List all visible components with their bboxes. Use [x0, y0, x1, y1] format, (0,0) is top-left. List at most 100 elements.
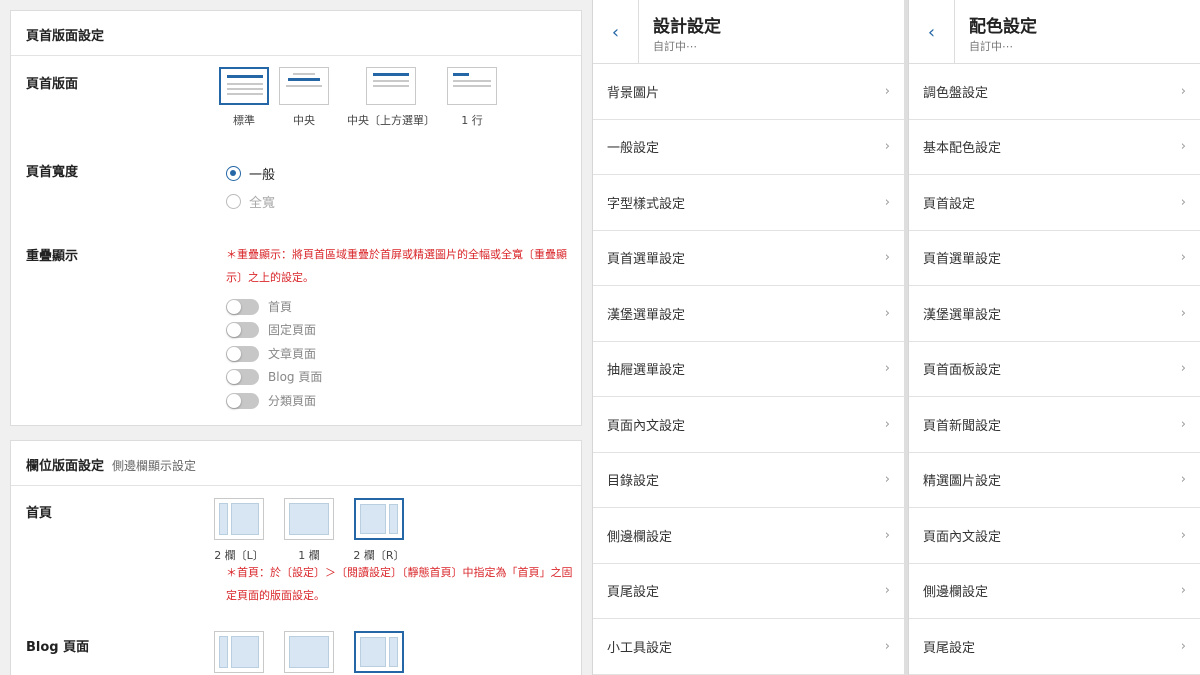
- menu-item[interactable]: 頁首選單設定 ›: [593, 231, 904, 286]
- home-note: ＊首頁：於〔設定〕＞〔閱讀設定〕〔靜態首頁〕中指定為「首頁」之固定頁面的版面設定…: [226, 566, 573, 602]
- chevron-right-icon: ›: [1180, 83, 1186, 99]
- home-layout-label: 首頁: [26, 506, 53, 521]
- overlay-toggle-category[interactable]: 分類頁面: [226, 392, 316, 409]
- chevron-right-icon: ›: [1180, 361, 1186, 377]
- menu-item[interactable]: 頁首新聞設定 ›: [909, 397, 1200, 453]
- chevron-right-icon: ›: [884, 305, 890, 321]
- toggle-switch-icon: [226, 345, 259, 362]
- column-layout-card: 欄位版面設定 側邊欄顯示設定 首頁 2 欄〔L〕 1 欄 2 欄〔R〕 ＊首頁：於…: [10, 440, 582, 675]
- panel-title: 配色設定: [969, 17, 1037, 37]
- overlay-toggle-post[interactable]: 文章頁面: [226, 345, 316, 362]
- chevron-right-icon: ›: [1180, 638, 1186, 654]
- menu-item[interactable]: 背景圖片 ›: [593, 64, 904, 120]
- layout-option-one-line[interactable]: 1 行: [442, 67, 502, 128]
- blog-column-option-2col-right[interactable]: [349, 631, 409, 673]
- menu-item[interactable]: 頁面內文設定 ›: [909, 508, 1200, 564]
- layout-standard-thumbnail: [219, 67, 269, 105]
- layout-option-standard[interactable]: 標準: [214, 67, 274, 128]
- chevron-right-icon: ›: [884, 139, 890, 155]
- overlay-toggle-blog[interactable]: Blog 頁面: [226, 368, 322, 385]
- chevron-left-icon: ‹: [611, 21, 620, 43]
- width-radio-normal[interactable]: 一般: [226, 164, 275, 183]
- layout-one-line-thumbnail: [447, 67, 497, 105]
- column-1col-thumbnail: [284, 631, 334, 673]
- menu-item[interactable]: 側邊欄設定 ›: [593, 508, 904, 564]
- chevron-right-icon: ›: [1180, 583, 1186, 599]
- column-option-2col-right[interactable]: 2 欄〔R〕: [349, 498, 409, 563]
- header-layout-card: 頁首版面設定 頁首版面 標準 中央 中央〔上方選單〕 1 行 頁首寬度 一般 全…: [10, 10, 582, 426]
- layout-center-top-menu-thumbnail: [366, 67, 416, 105]
- blog-column-option-2col-left[interactable]: [209, 631, 269, 673]
- back-button[interactable]: ‹: [909, 0, 955, 64]
- chevron-left-icon: ‹: [927, 21, 936, 43]
- chevron-right-icon: ›: [884, 250, 890, 266]
- menu-item[interactable]: 抽屜選單設定 ›: [593, 342, 904, 397]
- menu-item[interactable]: 精選圖片設定 ›: [909, 453, 1200, 508]
- chevron-right-icon: ›: [1180, 416, 1186, 432]
- menu-item[interactable]: 漢堡選單設定 ›: [593, 286, 904, 342]
- blog-column-option-1col[interactable]: [279, 631, 339, 673]
- column-2col-left-thumbnail: [214, 498, 264, 540]
- overlay-toggle-page[interactable]: 固定頁面: [226, 321, 316, 338]
- column-2col-right-thumbnail: [354, 498, 404, 540]
- overlay-note: ＊重疊顯示：將頁首區域重疊於首屏或精選圖片的全幅或全寬〔重疊顯示〕之上的設定。: [226, 248, 567, 284]
- blog-layout-label: Blog 頁面: [26, 640, 90, 655]
- panel-header: ‹ 設計設定 自訂中⋯: [593, 0, 904, 64]
- radio-icon: [226, 166, 241, 181]
- color-settings-panel: ‹ 配色設定 自訂中⋯ 調色盤設定 › 基本配色設定 › 頁首設定 › 頁首選單設定 ›…: [908, 0, 1200, 675]
- chevron-right-icon: ›: [1180, 194, 1186, 210]
- menu-item[interactable]: 頁首選單設定 ›: [909, 231, 1200, 286]
- card-title: 欄位版面設定 側邊欄顯示設定: [11, 441, 581, 486]
- menu-item[interactable]: 頁尾設定 ›: [909, 619, 1200, 675]
- toggle-switch-icon: [226, 368, 259, 385]
- menu-item[interactable]: 一般設定 ›: [593, 120, 904, 175]
- panel-subtitle: 自訂中⋯: [969, 40, 1013, 53]
- back-button[interactable]: ‹: [593, 0, 639, 64]
- toggle-switch-icon: [226, 298, 259, 315]
- panel-subtitle: 自訂中⋯: [653, 40, 697, 53]
- column-1col-thumbnail: [284, 498, 334, 540]
- card-title: 頁首版面設定: [11, 11, 581, 56]
- menu-item[interactable]: 字型樣式設定 ›: [593, 175, 904, 231]
- chevron-right-icon: ›: [1180, 472, 1186, 488]
- panel-title: 設計設定: [653, 17, 721, 37]
- column-option-1col[interactable]: 1 欄: [279, 498, 339, 563]
- menu-item[interactable]: 目錄設定 ›: [593, 453, 904, 508]
- chevron-right-icon: ›: [1180, 250, 1186, 266]
- layout-option-center-top-menu[interactable]: 中央〔上方選單〕: [341, 67, 441, 128]
- overlay-label: 重疊顯示: [26, 249, 79, 264]
- design-settings-panel: ‹ 設計設定 自訂中⋯ 背景圖片 › 一般設定 › 字型樣式設定 › 頁首選單設定 › …: [592, 0, 904, 675]
- chevron-right-icon: ›: [1180, 305, 1186, 321]
- chevron-right-icon: ›: [884, 472, 890, 488]
- layout-option-label: 1 行: [461, 114, 483, 127]
- chevron-right-icon: ›: [884, 83, 890, 99]
- menu-item[interactable]: 側邊欄設定 ›: [909, 564, 1200, 619]
- layout-option-label: 中央〔上方選單〕: [347, 114, 435, 127]
- overlay-toggle-home[interactable]: 首頁: [226, 298, 292, 315]
- layout-option-label: 標準: [233, 114, 255, 127]
- menu-item[interactable]: 頁面內文設定 ›: [593, 397, 904, 453]
- chevron-right-icon: ›: [1180, 527, 1186, 543]
- radio-icon: [226, 194, 241, 209]
- menu-item[interactable]: 調色盤設定 ›: [909, 64, 1200, 120]
- menu-item[interactable]: 漢堡選單設定 ›: [909, 286, 1200, 342]
- chevron-right-icon: ›: [884, 361, 890, 377]
- card-subtitle: 側邊欄顯示設定: [112, 459, 197, 473]
- menu-item[interactable]: 頁首設定 ›: [909, 175, 1200, 231]
- menu-item[interactable]: 頁尾設定 ›: [593, 564, 904, 619]
- menu-item[interactable]: 小工具設定 ›: [593, 619, 904, 675]
- layout-option-center[interactable]: 中央: [274, 67, 334, 128]
- menu-item[interactable]: 基本配色設定 ›: [909, 120, 1200, 175]
- column-option-2col-left[interactable]: 2 欄〔L〕: [209, 498, 269, 563]
- chevron-right-icon: ›: [1180, 139, 1186, 155]
- panel-header: ‹ 配色設定 自訂中⋯: [909, 0, 1200, 64]
- layout-option-label: 中央: [293, 114, 315, 127]
- menu-item[interactable]: 頁首面板設定 ›: [909, 342, 1200, 397]
- layout-center-thumbnail: [279, 67, 329, 105]
- width-radio-full[interactable]: 全寬: [226, 192, 275, 211]
- chevron-right-icon: ›: [884, 416, 890, 432]
- header-layout-label: 頁首版面: [26, 77, 79, 92]
- toggle-switch-icon: [226, 321, 259, 338]
- toggle-switch-icon: [226, 392, 259, 409]
- column-2col-right-thumbnail: [354, 631, 404, 673]
